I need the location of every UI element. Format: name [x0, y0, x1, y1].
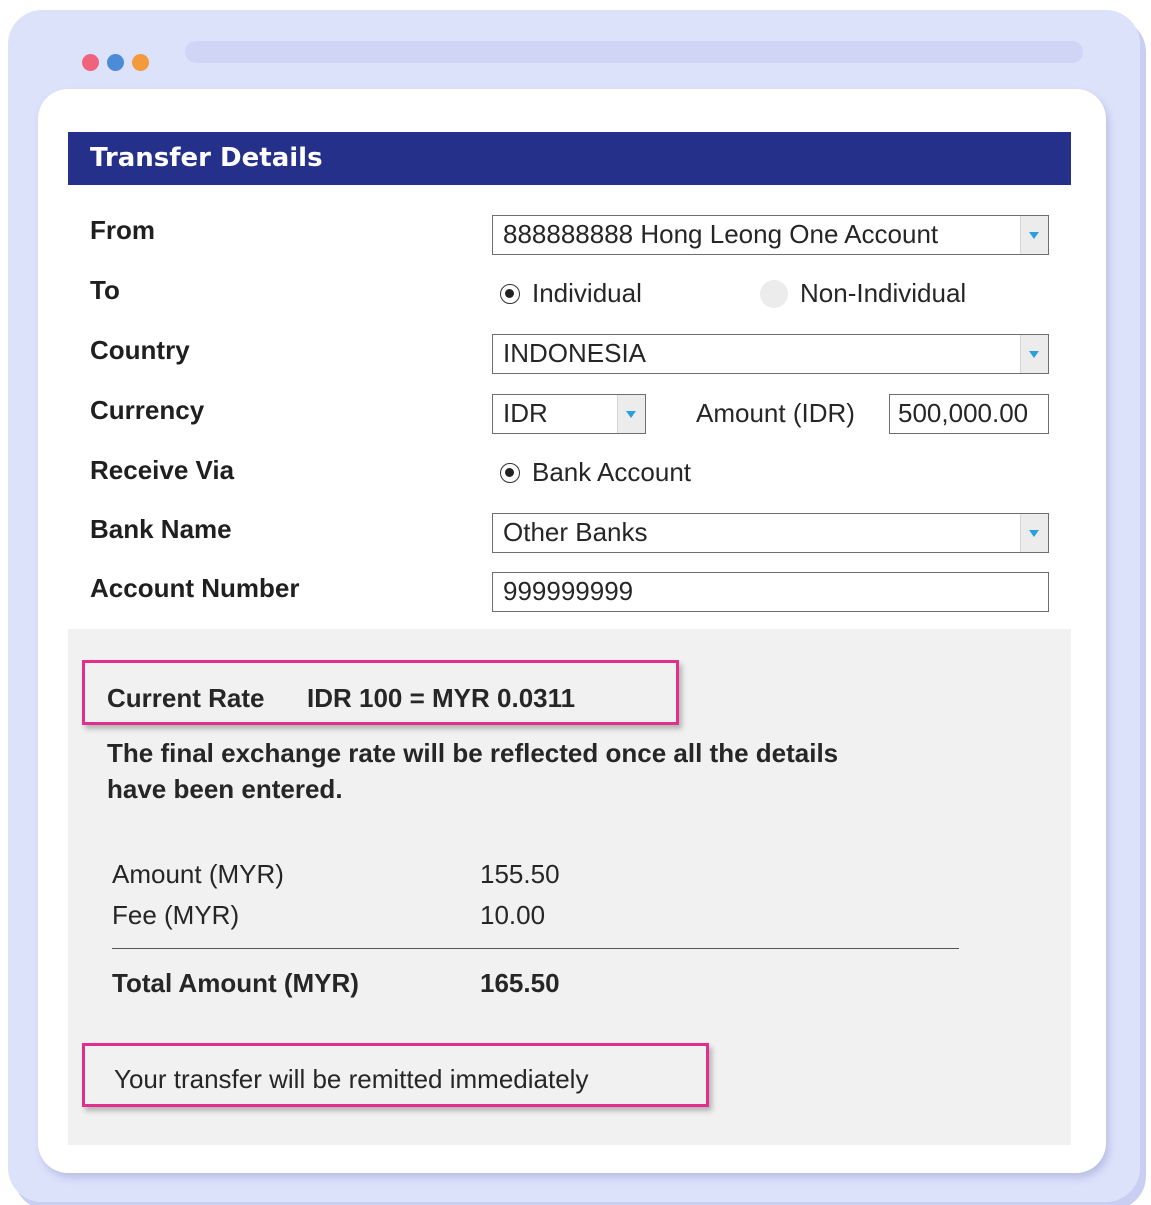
currency-value: IDR — [503, 398, 548, 428]
bank-name-value: Other Banks — [503, 517, 648, 547]
rate-note-line2: have been entered. — [107, 774, 343, 804]
radio-individual[interactable]: Individual — [500, 278, 642, 309]
to-label: To — [90, 275, 120, 305]
from-label: From — [90, 215, 155, 245]
total-amount-value: 165.50 — [480, 968, 560, 998]
country-label: Country — [90, 335, 190, 365]
total-amount-label: Total Amount (MYR) — [112, 968, 359, 998]
chevron-down-icon[interactable] — [1020, 335, 1048, 373]
fee-myr-value: 10.00 — [480, 900, 546, 930]
chevron-down-icon[interactable] — [617, 395, 645, 433]
amount-myr-label: Amount (MYR) — [112, 859, 284, 889]
total-divider — [112, 948, 959, 949]
chevron-down-icon[interactable] — [1020, 514, 1048, 552]
close-dot-icon[interactable] — [82, 54, 99, 71]
current-rate-label: Current Rate — [107, 683, 265, 713]
maximize-dot-icon[interactable] — [132, 54, 149, 71]
account-number-input[interactable]: 999999999 — [492, 572, 1049, 612]
minimize-dot-icon[interactable] — [107, 54, 124, 71]
radio-non-individual[interactable]: Non-Individual — [760, 278, 966, 309]
amount-idr-input[interactable]: 500,000.00 — [889, 394, 1049, 434]
currency-select[interactable]: IDR — [492, 394, 646, 434]
remit-message: Your transfer will be remitted immediate… — [114, 1064, 589, 1094]
bank-name-label: Bank Name — [90, 514, 232, 544]
account-number-label: Account Number — [90, 573, 300, 603]
radio-selected-icon[interactable] — [500, 462, 520, 483]
chevron-down-icon[interactable] — [1020, 216, 1048, 254]
from-account-select[interactable]: 888888888 Hong Leong One Account — [492, 215, 1049, 255]
amount-idr-label: Amount (IDR) — [696, 398, 855, 428]
fee-myr-label: Fee (MYR) — [112, 900, 240, 930]
address-bar[interactable] — [185, 41, 1083, 63]
amount-myr-value: 155.50 — [480, 859, 560, 889]
section-header: Transfer Details — [68, 132, 1071, 185]
currency-label: Currency — [90, 395, 205, 425]
country-select[interactable]: INDONESIA — [492, 334, 1049, 374]
current-rate-value: IDR 100 = MYR 0.0311 — [307, 683, 576, 713]
from-account-value: 888888888 Hong Leong One Account — [503, 219, 939, 249]
country-value: INDONESIA — [503, 338, 647, 368]
window-controls — [82, 54, 149, 71]
radio-individual-label: Individual — [532, 278, 642, 308]
radio-selected-icon[interactable] — [500, 283, 520, 304]
bank-name-select[interactable]: Other Banks — [492, 513, 1049, 553]
radio-unselected-icon[interactable] — [760, 279, 788, 308]
radio-bank-account-label: Bank Account — [532, 457, 691, 487]
radio-bank-account[interactable]: Bank Account — [500, 457, 691, 488]
radio-non-individual-label: Non-Individual — [800, 278, 967, 308]
receive-via-label: Receive Via — [90, 455, 235, 485]
rate-note-line1: The final exchange rate will be reflecte… — [107, 738, 839, 768]
